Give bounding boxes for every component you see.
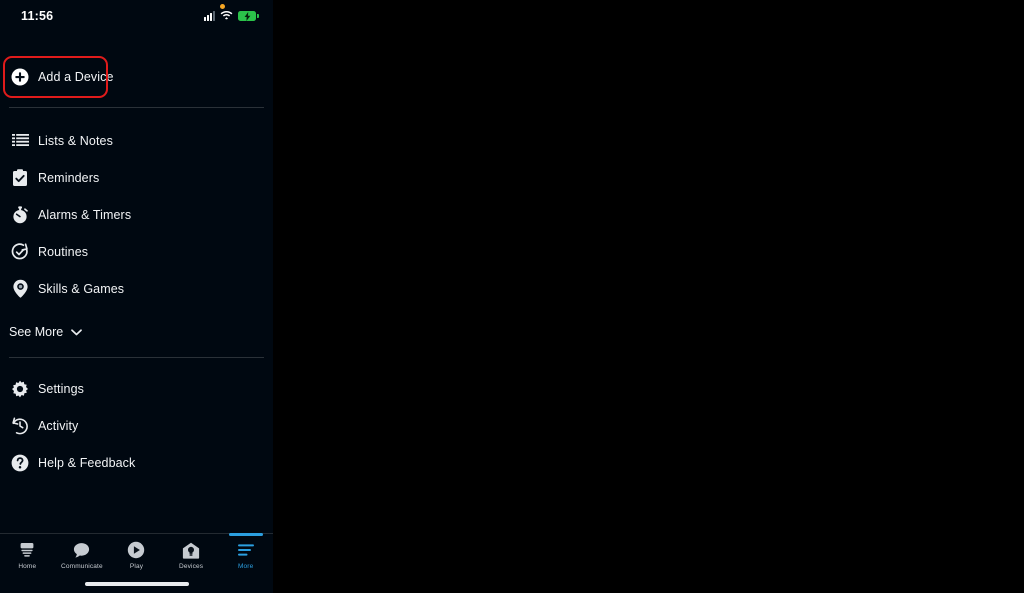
question-circle-icon: [9, 452, 31, 474]
clipboard-check-icon: [9, 167, 31, 189]
speech-bubble-icon: [72, 540, 92, 560]
nav-tab-more[interactable]: More: [218, 534, 273, 578]
nav-tab-home[interactable]: Home: [0, 534, 55, 578]
menu-item-alarms-and-timers[interactable]: Alarms & Timers: [0, 196, 273, 233]
see-more-toggle[interactable]: See More: [0, 316, 273, 348]
menu-item-add-a-device[interactable]: Add a Device: [0, 56, 273, 98]
wifi-icon: [220, 7, 233, 25]
play-circle-icon: [126, 540, 146, 560]
nav-tab-devices[interactable]: Devices: [164, 534, 219, 578]
nav-tab-play[interactable]: Play: [109, 534, 164, 578]
plus-circle-icon: [9, 66, 31, 88]
menu-item-reminders[interactable]: Reminders: [0, 159, 273, 196]
house-bulb-icon: [181, 540, 201, 560]
side-menu: Add a Device Lists & Notes Reminders Ala…: [0, 34, 273, 481]
nav-tab-label: More: [237, 563, 254, 570]
status-bar: 11:56: [0, 0, 273, 34]
list-lines-icon: [9, 130, 31, 152]
menu-item-activity[interactable]: Activity: [0, 407, 273, 444]
echo-device-icon: [17, 540, 37, 560]
menu-item-label: Settings: [38, 381, 84, 396]
menu-item-label: Routines: [38, 244, 89, 259]
menu-item-label: Alarms & Timers: [38, 207, 132, 222]
app-screen: 11:56 Add a Device Lists & Notes Reminde…: [0, 0, 1024, 593]
menu-item-help-and-feedback[interactable]: Help & Feedback: [0, 444, 273, 481]
nav-tab-label: Home: [18, 563, 37, 570]
routine-check-circle-icon: [9, 241, 31, 263]
battery-charging-icon: [238, 11, 259, 21]
status-icons: [204, 7, 259, 25]
nav-tab-communicate[interactable]: Communicate: [55, 534, 110, 578]
home-indicator-bar[interactable]: [84, 582, 189, 586]
bottom-navigation-bar: Home Communicate Play Devices More: [0, 533, 273, 593]
menu-item-lists-and-notes[interactable]: Lists & Notes: [0, 122, 273, 159]
menu-item-settings[interactable]: Settings: [0, 370, 273, 407]
clock-history-icon: [9, 415, 31, 437]
gear-icon: [9, 378, 31, 400]
empty-right-region: [273, 0, 1024, 593]
menu-item-skills-and-games[interactable]: Skills & Games: [0, 270, 273, 307]
chevron-down-icon: [71, 327, 83, 338]
signal-bars-icon: [204, 11, 215, 21]
menu-item-label: Activity: [38, 418, 79, 433]
menu-item-label: Reminders: [38, 170, 100, 185]
add-a-device-container: Add a Device: [0, 56, 273, 98]
nav-tab-label: Communicate: [61, 563, 103, 570]
menu-item-label: Lists & Notes: [38, 133, 113, 148]
phone-panel: 11:56 Add a Device Lists & Notes Reminde…: [0, 0, 273, 593]
menu-item-label: Add a Device: [38, 70, 114, 84]
status-time: 11:56: [21, 9, 54, 23]
menu-item-label: Skills & Games: [38, 281, 125, 296]
nav-tab-label: Play: [129, 563, 144, 570]
menu-item-routines[interactable]: Routines: [0, 233, 273, 270]
menu-item-label: Help & Feedback: [38, 455, 136, 470]
nav-tab-label: Devices: [178, 563, 204, 570]
see-more-label: See More: [9, 325, 64, 339]
stopwatch-icon: [9, 204, 31, 226]
hamburger-lines-icon: [236, 540, 256, 560]
skills-pin-icon: [9, 278, 31, 300]
